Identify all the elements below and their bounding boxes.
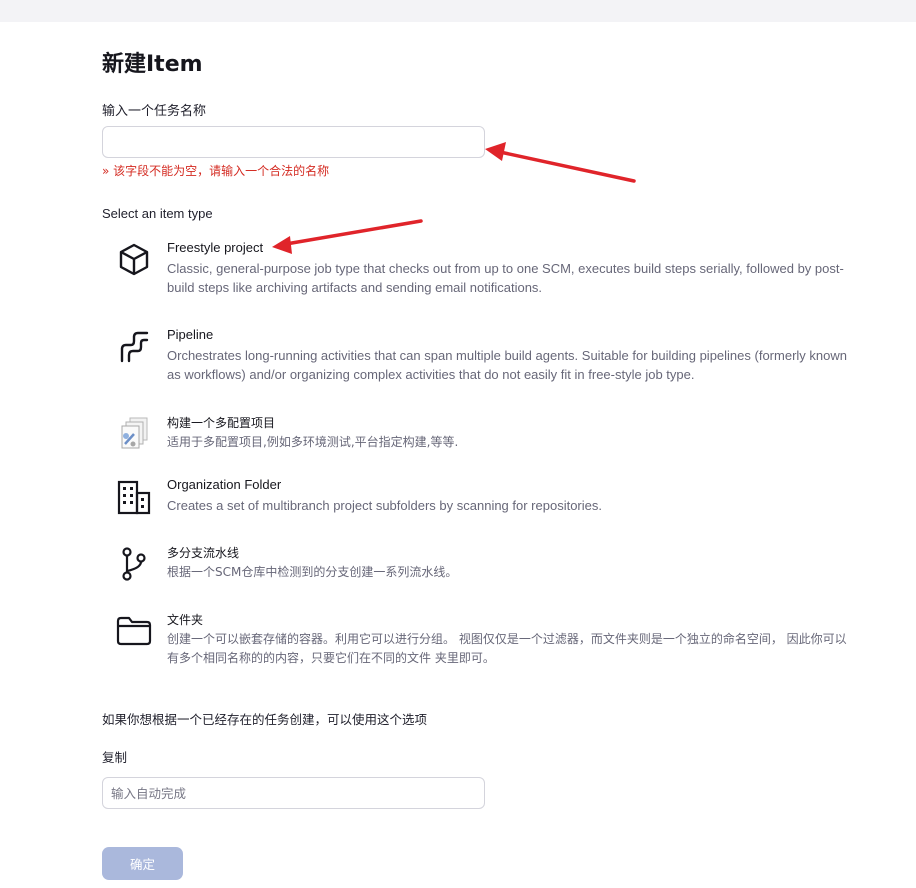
item-type-organization-folder[interactable]: Organization Folder Creates a set of mul… — [104, 477, 864, 517]
top-bar — [0, 0, 916, 22]
item-type-multibranch-pipeline[interactable]: 多分支流水线 根据一个SCM仓库中检测到的分支创建一系列流水线。 — [104, 544, 864, 584]
item-type-pipeline[interactable]: Pipeline Orchestrates long-running activ… — [104, 327, 864, 387]
item-name-label: 输入一个任务名称 — [102, 104, 207, 119]
item-type-description: Classic, general-purpose job type that c… — [167, 261, 844, 295]
item-type-description: 创建一个可以嵌套存储的容器。利用它可以进行分组。 视图仅仅是一个过滤器，而文件夹… — [167, 632, 847, 665]
page-title: 新建Item — [102, 52, 203, 77]
item-type-name: 多分支流水线 — [167, 546, 240, 560]
copy-from-label: 复制 — [102, 750, 128, 765]
item-type-multi-configuration[interactable]: 构建一个多配置项目 适用于多配置项目,例如多环境测试,平台指定构建,等等. — [104, 414, 864, 454]
ok-button[interactable]: 确定 — [102, 847, 183, 880]
branch-icon — [104, 544, 164, 584]
item-type-folder[interactable]: 文件夹 创建一个可以嵌套存储的容器。利用它可以进行分组。 视图仅仅是一个过滤器，… — [104, 611, 864, 671]
item-name-error: » 该字段不能为空，请输入一个合法的名称 — [102, 164, 330, 178]
item-type-name: Organization Folder — [167, 477, 282, 492]
copy-from-hint: 如果你想根据一个已经存在的任务创建，可以使用这个选项 — [102, 712, 428, 727]
folder-icon — [104, 611, 164, 651]
item-type-name: Pipeline — [167, 327, 214, 342]
item-type-name: 构建一个多配置项目 — [167, 416, 276, 430]
item-type-description: 根据一个SCM仓库中检测到的分支创建一系列流水线。 — [167, 565, 458, 579]
item-type-name: 文件夹 — [167, 613, 204, 627]
item-name-input[interactable] — [102, 126, 485, 158]
item-type-description: Orchestrates long-running activities tha… — [167, 348, 847, 382]
pipeline-icon — [104, 327, 164, 367]
annotation-arrow-to-name-input — [485, 142, 636, 183]
item-type-description: 适用于多配置项目,例如多环境测试,平台指定构建,等等. — [167, 435, 459, 449]
organization-folder-icon — [104, 477, 164, 517]
item-type-description: Creates a set of multibranch project sub… — [167, 498, 602, 513]
item-type-freestyle-project[interactable]: Freestyle project Classic, general-purpo… — [104, 240, 864, 300]
item-type-section-label: Select an item type — [102, 206, 213, 221]
cube-icon — [104, 240, 164, 280]
multi-configuration-icon — [104, 414, 164, 454]
copy-from-input[interactable] — [102, 777, 485, 809]
item-type-name: Freestyle project — [167, 240, 264, 255]
